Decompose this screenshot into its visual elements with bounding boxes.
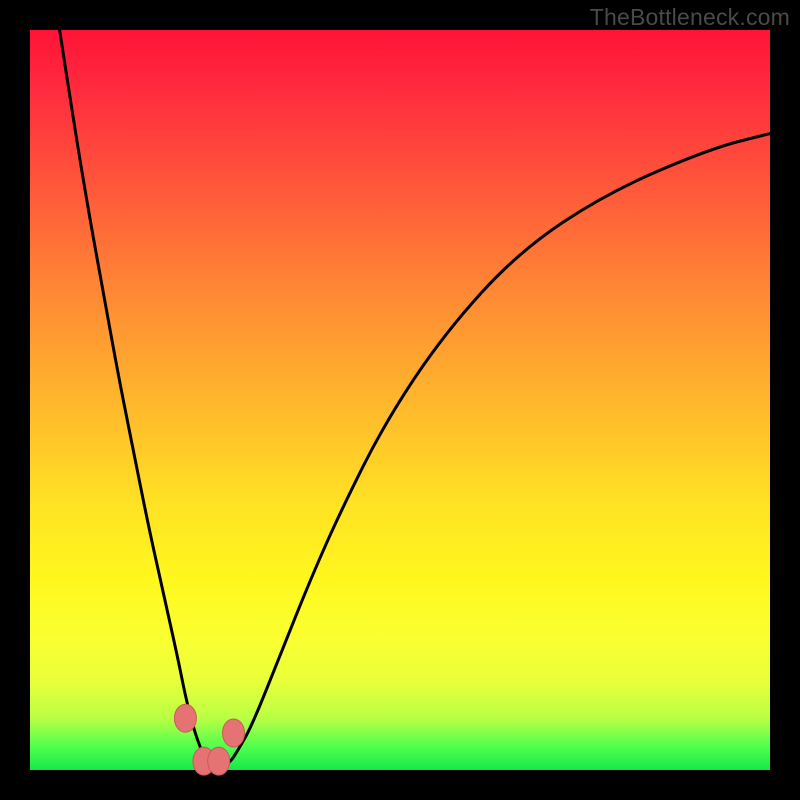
marker-group [174,704,244,775]
curve-marker [223,719,245,747]
chart-svg [30,30,770,770]
curve-marker [208,747,230,775]
bottleneck-curve-path [60,30,770,766]
curve-marker [174,704,196,732]
chart-frame: TheBottleneck.com [0,0,800,800]
watermark-text: TheBottleneck.com [590,4,790,31]
